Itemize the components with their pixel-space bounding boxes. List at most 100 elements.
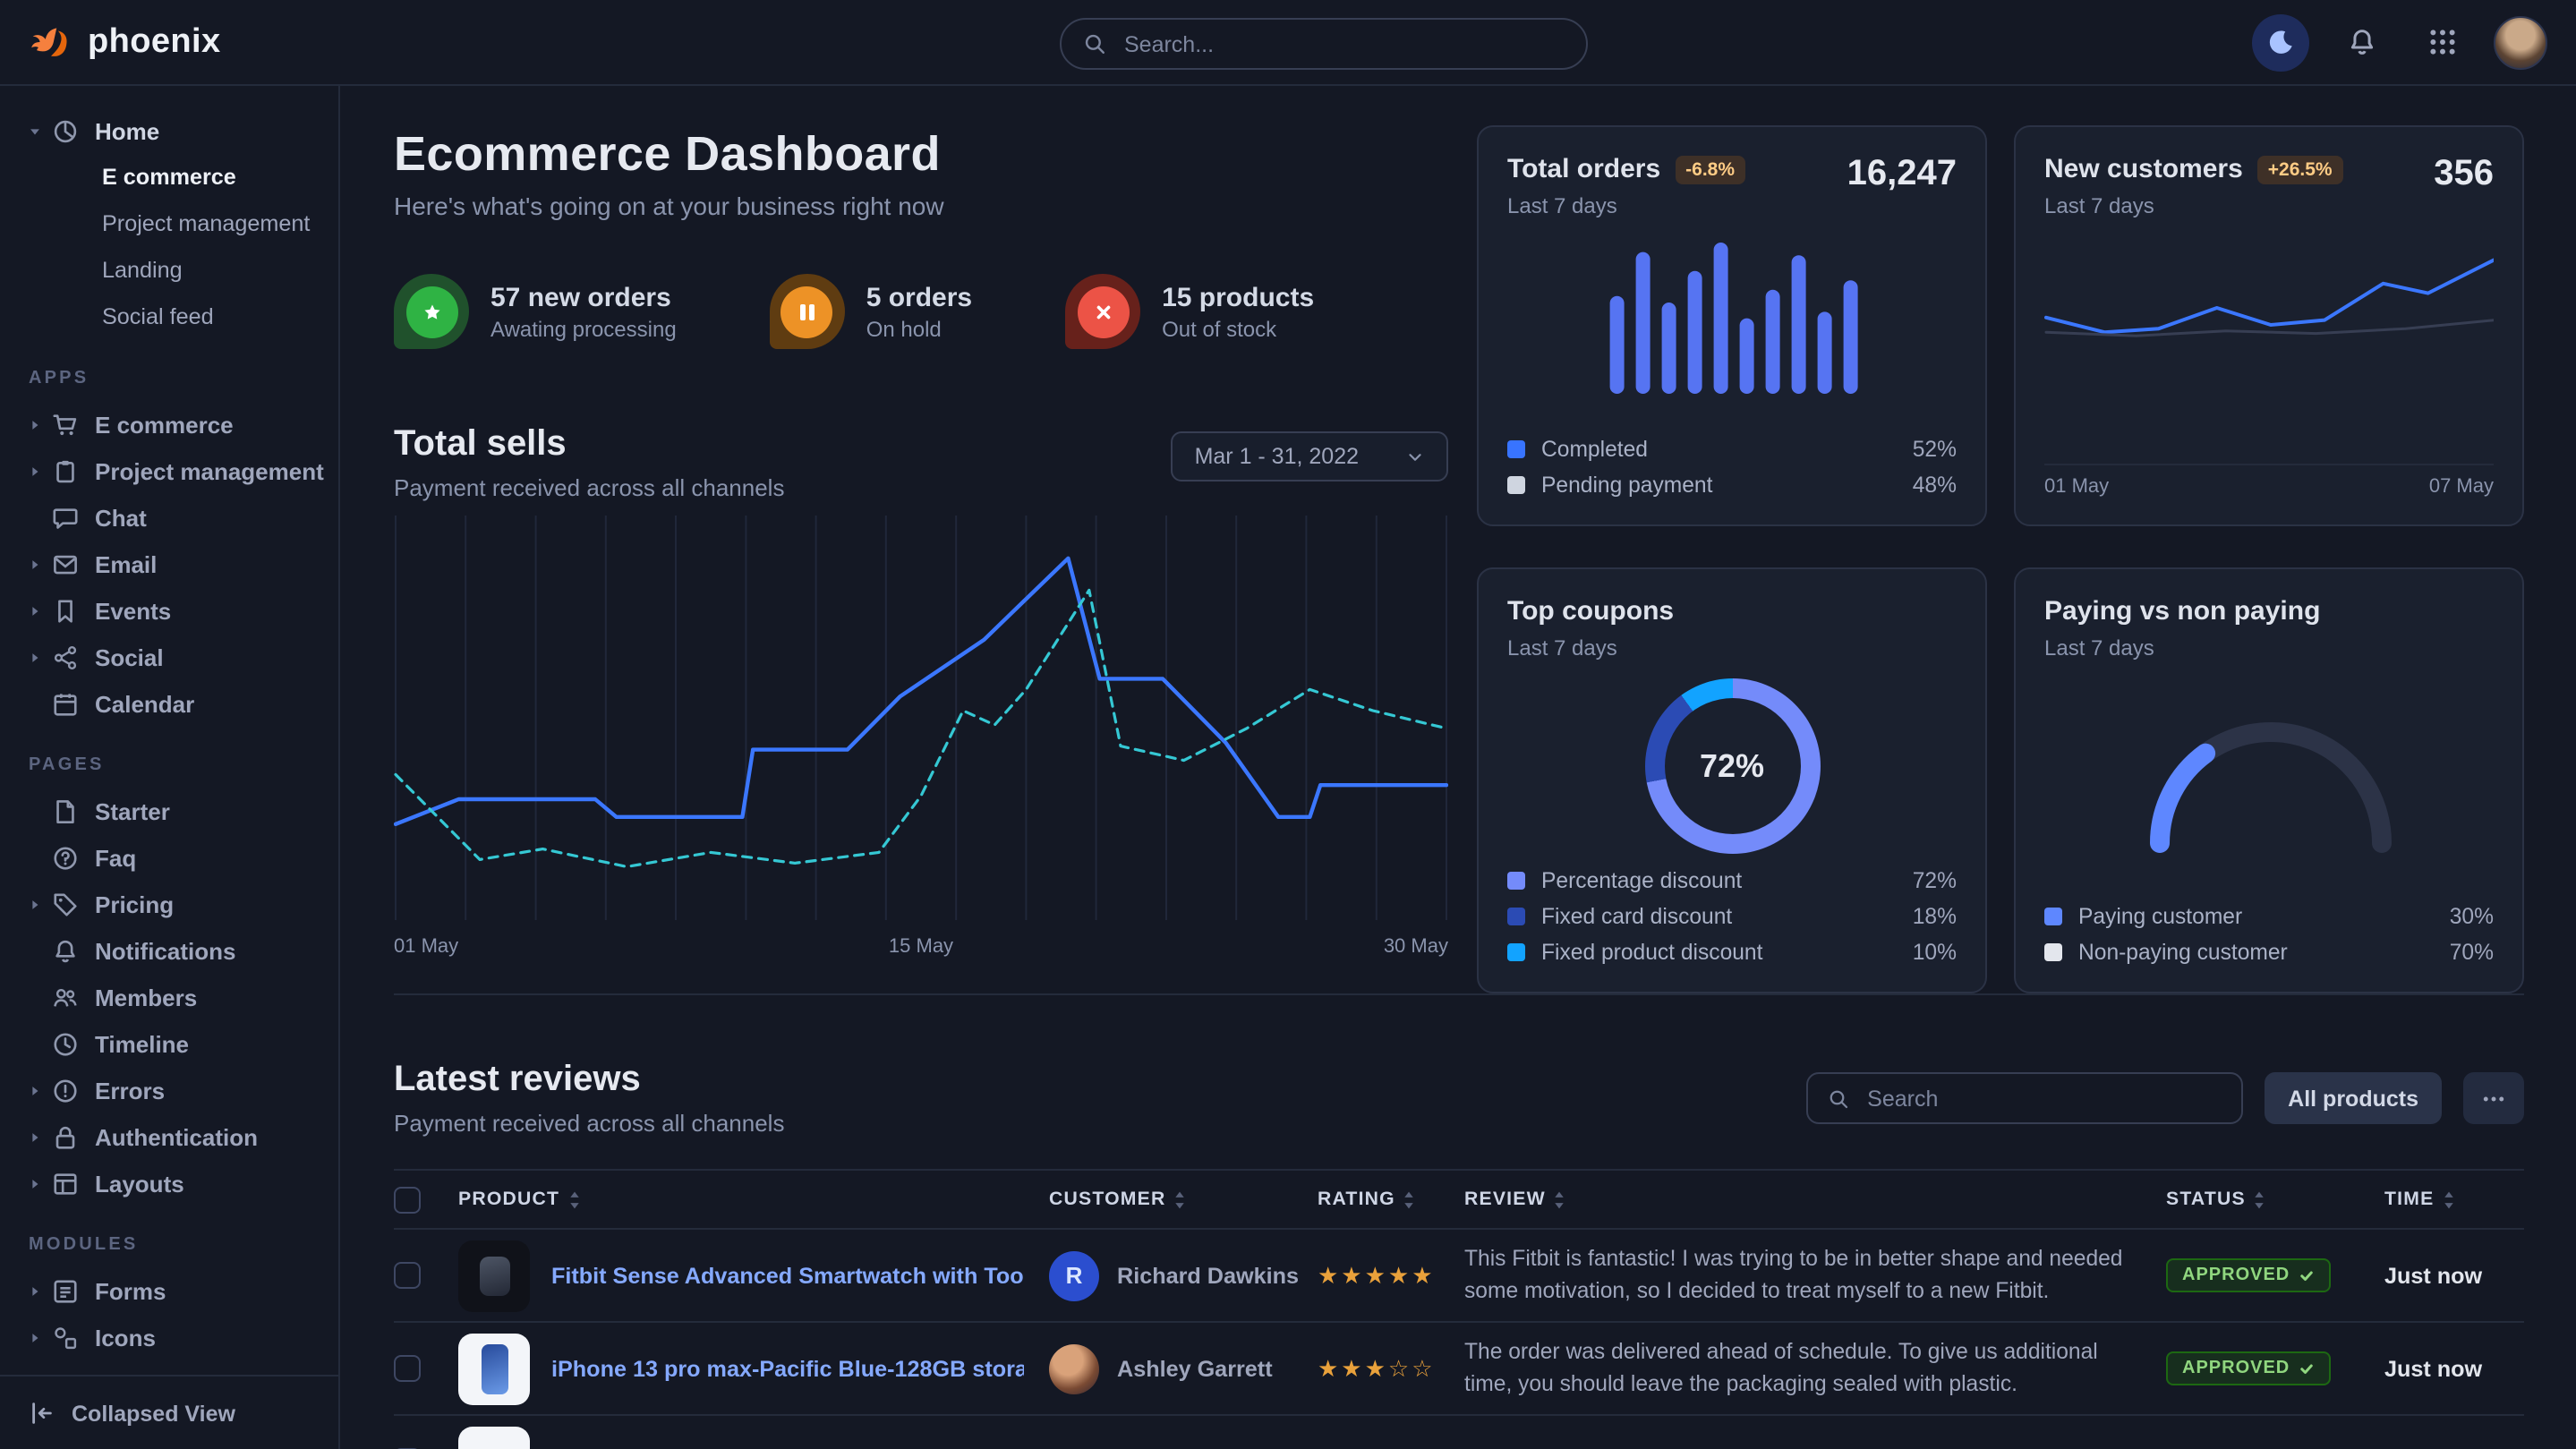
sidebar-item-faq[interactable]: Faq bbox=[0, 834, 338, 881]
sidebar-item-email[interactable]: Email bbox=[0, 541, 338, 587]
collapse-view-button[interactable]: Collapsed View bbox=[0, 1375, 338, 1449]
row-checkbox[interactable] bbox=[394, 1262, 421, 1289]
sidebar-item-members[interactable]: Members bbox=[0, 974, 338, 1020]
more-options-button[interactable] bbox=[2463, 1072, 2524, 1124]
x-axis-label: 30 May bbox=[1384, 936, 1448, 958]
lock-icon bbox=[52, 1123, 79, 1150]
product-thumbnail bbox=[458, 1333, 530, 1404]
product-thumbnail bbox=[458, 1240, 530, 1311]
new-customers-x-axis: 01 May 07 May bbox=[2044, 464, 2494, 498]
column-label: RATING bbox=[1318, 1189, 1395, 1210]
paying-gauge-chart bbox=[2044, 678, 2494, 857]
top-coupons-legend: Percentage discount 72% Fixed card disco… bbox=[1507, 868, 1957, 965]
sort-icon bbox=[1553, 1189, 1567, 1209]
stats-row: 57 new ordersAwating processing5 ordersO… bbox=[394, 274, 1448, 349]
column-header-customer[interactable]: CUSTOMER bbox=[1049, 1189, 1318, 1210]
sidebar-item-icons[interactable]: Icons bbox=[0, 1314, 338, 1360]
date-range-select[interactable]: Mar 1 - 31, 2022 bbox=[1172, 431, 1448, 482]
column-header-product[interactable]: PRODUCT bbox=[458, 1189, 1049, 1210]
moon-icon bbox=[2265, 27, 2296, 57]
select-all-checkbox[interactable] bbox=[394, 1186, 421, 1213]
sidebar-item-project-management[interactable]: Project management bbox=[0, 200, 338, 247]
right-caret-icon bbox=[29, 418, 52, 430]
sidebar-item-social-feed[interactable]: Social feed bbox=[0, 294, 338, 340]
sidebar-section-label: APPS bbox=[29, 369, 338, 388]
column-header-time[interactable]: TIME bbox=[2384, 1189, 2524, 1210]
rating-stars: ★★★☆☆ bbox=[1318, 1354, 1436, 1383]
sidebar-item-label: Social bbox=[95, 644, 164, 670]
sort-icon bbox=[1173, 1189, 1187, 1209]
user-avatar[interactable] bbox=[2494, 15, 2547, 69]
row-checkbox[interactable] bbox=[394, 1355, 421, 1382]
sidebar-item-chat[interactable]: Chat bbox=[0, 494, 338, 541]
sidebar-item-social[interactable]: Social bbox=[0, 634, 338, 680]
total-sells-title: Total sells bbox=[394, 424, 784, 465]
card-period: Last 7 days bbox=[1507, 635, 1674, 661]
total-sells-subtitle: Payment received across all channels bbox=[394, 474, 784, 501]
sidebar-item-project-management[interactable]: Project management bbox=[0, 447, 338, 494]
users-icon bbox=[52, 984, 79, 1010]
layout-icon bbox=[52, 1170, 79, 1197]
total-orders-legend: Completed 52% Pending payment 48% bbox=[1507, 437, 1957, 498]
right-caret-icon bbox=[29, 1177, 52, 1189]
sidebar-item-forms[interactable]: Forms bbox=[0, 1267, 338, 1314]
latest-reviews-subtitle: Payment received across all channels bbox=[394, 1110, 784, 1137]
brand[interactable]: phoenix bbox=[29, 20, 221, 64]
donut-hole: 72% bbox=[1664, 698, 1800, 834]
reviews-search-input[interactable] bbox=[1864, 1084, 2222, 1112]
sidebar-item-landing[interactable]: Landing bbox=[0, 247, 338, 294]
sidebar-item-authentication[interactable]: Authentication bbox=[0, 1113, 338, 1160]
legend-item: Completed 52% bbox=[1507, 437, 1957, 462]
customer-avatar bbox=[1049, 1343, 1099, 1394]
sidebar-item-label: Events bbox=[95, 597, 171, 624]
status-badge: APPROVED bbox=[2166, 1351, 2331, 1385]
sidebar-item-e-commerce[interactable]: E commerce bbox=[0, 401, 338, 447]
sidebar-item-errors[interactable]: Errors bbox=[0, 1067, 338, 1113]
sidebar-item-layouts[interactable]: Layouts bbox=[0, 1160, 338, 1206]
product-link[interactable]: iPhone 13 pro max-Pacific Blue-128GB sto… bbox=[551, 1356, 1024, 1381]
sidebar-item-timeline[interactable]: Timeline bbox=[0, 1020, 338, 1067]
total-sells-x-axis: 01 May 15 May 30 May bbox=[394, 936, 1448, 958]
column-header-status[interactable]: STATUS bbox=[2166, 1189, 2384, 1210]
customer-name: Richard Dawkins bbox=[1117, 1263, 1299, 1288]
page-title: Ecommerce Dashboard bbox=[394, 125, 1448, 183]
column-label: PRODUCT bbox=[458, 1189, 559, 1210]
sidebar-item-home[interactable]: Home bbox=[0, 107, 338, 154]
status-label: APPROVED bbox=[2182, 1359, 2290, 1378]
global-search[interactable] bbox=[1060, 18, 1588, 70]
card-period: Last 7 days bbox=[2044, 193, 2343, 218]
stat-text: 15 products Out of stock bbox=[1162, 282, 1314, 341]
reviews-controls: All products bbox=[1806, 1072, 2524, 1124]
stat-caption: Out of stock bbox=[1162, 316, 1314, 341]
sidebar-item-notifications[interactable]: Notifications bbox=[0, 927, 338, 974]
search-input[interactable] bbox=[1121, 30, 1565, 58]
column-header-rating[interactable]: RATING bbox=[1318, 1189, 1464, 1210]
legend-swatch bbox=[2044, 908, 2062, 925]
all-products-button[interactable]: All products bbox=[2265, 1072, 2442, 1124]
sidebar-item-starter[interactable]: Starter bbox=[0, 788, 338, 834]
ellipsis-icon bbox=[2481, 1086, 2506, 1111]
sidebar-item-label: Authentication bbox=[95, 1123, 258, 1150]
product-link[interactable]: Fitbit Sense Advanced Smartwatch with To… bbox=[551, 1263, 1024, 1288]
theme-toggle-button[interactable] bbox=[2252, 13, 2309, 71]
product-thumbnail bbox=[458, 1426, 530, 1449]
date-range-value: Mar 1 - 31, 2022 bbox=[1195, 444, 1359, 469]
reviews-search[interactable] bbox=[1806, 1072, 2243, 1124]
apps-menu-button[interactable] bbox=[2413, 13, 2470, 71]
sidebar-item-label: Starter bbox=[95, 797, 170, 824]
sidebar-item-calendar[interactable]: Calendar bbox=[0, 680, 338, 727]
right-caret-icon bbox=[29, 651, 52, 663]
legend-item: Fixed card discount 18% bbox=[1507, 904, 1957, 929]
legend-swatch bbox=[1507, 943, 1525, 961]
stat-caption: Awating processing bbox=[490, 316, 677, 341]
sidebar-item-pricing[interactable]: Pricing bbox=[0, 881, 338, 927]
stat-value: 15 products bbox=[1162, 282, 1314, 312]
notifications-button[interactable] bbox=[2333, 13, 2390, 71]
column-header-review[interactable]: REVIEW bbox=[1464, 1189, 2166, 1210]
sidebar-item-events[interactable]: Events bbox=[0, 587, 338, 634]
sidebar-item-e-commerce[interactable]: E commerce bbox=[0, 154, 338, 200]
legend-swatch bbox=[2044, 943, 2062, 961]
legend-label: Completed bbox=[1541, 437, 1913, 462]
trend-badge: -6.8% bbox=[1675, 155, 1745, 183]
rating-stars: ★★★★★ bbox=[1318, 1261, 1436, 1290]
